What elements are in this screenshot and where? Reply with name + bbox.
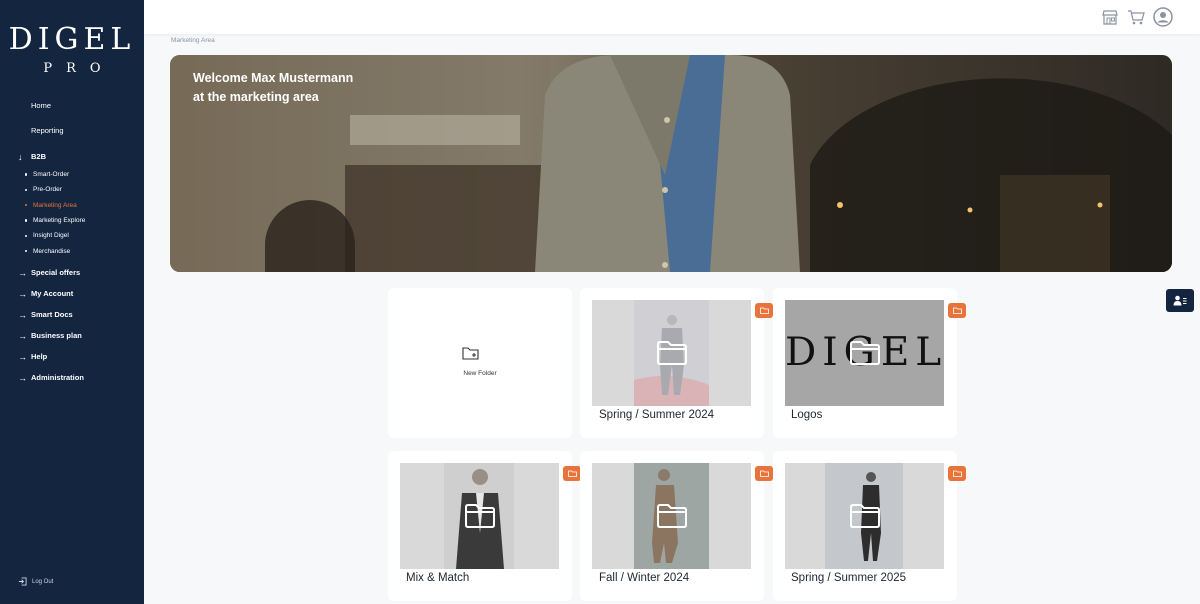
- folder-card[interactable]: DIGEL Logos: [773, 288, 966, 438]
- folder-title: Logos: [791, 409, 823, 421]
- arrow-right-icon: →: [18, 310, 27, 321]
- new-folder-card[interactable]: New Folder: [388, 288, 572, 438]
- bullet-icon: [24, 234, 28, 238]
- top-bar: [144, 0, 1200, 34]
- folder-icon: [849, 341, 880, 365]
- hero-banner: Welcome Max Mustermann at the marketing …: [170, 55, 1172, 272]
- folder-thumbnail: [592, 300, 751, 406]
- sidebar-item-smart-docs[interactable]: → Smart Docs: [0, 305, 144, 326]
- store-icon[interactable]: [1099, 6, 1121, 28]
- sidebar-subitem-insight-digel[interactable]: Insight Digel: [24, 228, 144, 243]
- arrow-right-icon: →: [18, 373, 27, 384]
- sidebar-item-label: Business plan: [31, 331, 82, 341]
- arrow-down-icon: ↓: [18, 151, 23, 162]
- sidebar-item-administration[interactable]: → Administration: [0, 368, 144, 389]
- bullet-icon: [24, 173, 28, 177]
- b2b-subnav: Smart-Order Pre-Order Marketing Area Mar…: [0, 167, 144, 259]
- folder-title: Mix & Match: [406, 572, 470, 584]
- folder-thumbnail: [592, 463, 751, 569]
- brand-sub: PRO: [43, 61, 115, 76]
- folder-badge-button[interactable]: [755, 303, 773, 318]
- folder-plus-icon: [462, 347, 479, 360]
- sidebar-item-label: Special offers: [31, 268, 81, 278]
- folder-title: Spring / Summer 2024: [599, 409, 715, 421]
- bullet-icon: [24, 249, 28, 253]
- sidebar-nav: Home Reporting ↓ B2B Smart-Order Pre-Ord…: [0, 96, 144, 389]
- brand-name: DIGEL: [8, 22, 136, 57]
- folder-card[interactable]: Spring / Summer 2025: [773, 451, 966, 601]
- folder-thumbnail: DIGEL: [785, 300, 944, 406]
- sidebar-item-b2b[interactable]: ↓ B2B: [0, 146, 144, 167]
- new-folder-label: New Folder: [463, 370, 497, 377]
- folder-title: Fall / Winter 2024: [599, 572, 690, 584]
- folder-badge-button[interactable]: [563, 466, 581, 481]
- user-list-icon: [1173, 295, 1187, 306]
- folder-badge-button[interactable]: [755, 466, 773, 481]
- folder-icon: [464, 504, 495, 528]
- arrow-right-icon: →: [18, 268, 27, 279]
- folder-icon: [952, 470, 962, 477]
- logout-button[interactable]: Log Out: [18, 577, 53, 586]
- sidebar-item-label: My Account: [31, 289, 74, 299]
- sidebar-item-label: Administration: [31, 373, 84, 383]
- bullet-icon: [24, 219, 28, 223]
- sidebar-subitem-marketing-area[interactable]: Marketing Area: [24, 198, 144, 213]
- sidebar-item-label: B2B: [31, 151, 47, 161]
- folder-icon: [759, 470, 769, 477]
- sidebar-item-help[interactable]: → Help: [0, 347, 144, 368]
- sidebar-subitem-label: Smart-Order: [33, 171, 70, 179]
- sidebar-item-special-offers[interactable]: → Special offers: [0, 263, 144, 284]
- sidebar-subitem-label: Marketing Explore: [33, 217, 86, 225]
- folder-card[interactable]: Spring / Summer 2024: [580, 288, 773, 438]
- folder-title: Spring / Summer 2025: [791, 572, 907, 584]
- arrow-right-icon: →: [18, 289, 27, 300]
- cart-icon[interactable]: [1125, 6, 1147, 28]
- hero-line-1: Welcome Max Mustermann: [193, 71, 354, 85]
- arrow-right-icon: →: [18, 331, 27, 342]
- folder-badge-button[interactable]: [948, 303, 966, 318]
- brand-logo[interactable]: DIGEL PRO: [0, 22, 144, 76]
- breadcrumb: Marketing Area: [171, 37, 215, 44]
- folder-thumbnail: [400, 463, 559, 569]
- folder-thumbnail: [785, 463, 944, 569]
- sidebar-subitem-label: Insight Digel: [33, 232, 69, 240]
- folder-card[interactable]: Fall / Winter 2024: [580, 451, 773, 601]
- sidebar-subitem-pre-order[interactable]: Pre-Order: [24, 182, 144, 197]
- folder-icon: [656, 341, 687, 365]
- sidebar: DIGEL PRO Home Reporting ↓ B2B Smart-Ord…: [0, 0, 144, 604]
- hero-line-2: at the marketing area: [193, 90, 319, 104]
- sidebar-subitem-marketing-explore[interactable]: Marketing Explore: [24, 213, 144, 228]
- sidebar-subitem-label: Marketing Area: [33, 201, 77, 209]
- folder-icon: [567, 470, 577, 477]
- hero-welcome-text: Welcome Max Mustermann at the marketing …: [193, 69, 353, 107]
- user-avatar-icon[interactable]: [1152, 6, 1174, 28]
- sidebar-item-my-account[interactable]: → My Account: [0, 284, 144, 305]
- contacts-side-button[interactable]: [1166, 289, 1194, 312]
- sidebar-subitem-merchandise[interactable]: Merchandise: [24, 243, 144, 258]
- folder-card[interactable]: Mix & Match: [388, 451, 581, 601]
- sidebar-item-business-plan[interactable]: → Business plan: [0, 326, 144, 347]
- sidebar-item-reporting[interactable]: Reporting: [0, 121, 144, 146]
- logout-icon: [18, 577, 27, 586]
- sidebar-item-label: Smart Docs: [31, 310, 73, 320]
- sidebar-subitem-label: Pre-Order: [33, 186, 62, 194]
- folder-icon: [849, 504, 880, 528]
- folder-icon: [759, 307, 769, 314]
- sidebar-item-home[interactable]: Home: [0, 96, 144, 121]
- sidebar-item-label: Help: [31, 352, 48, 362]
- bullet-icon: [24, 203, 28, 207]
- folder-icon: [952, 307, 962, 314]
- arrow-right-icon: →: [18, 352, 27, 363]
- folder-badge-button[interactable]: [948, 466, 966, 481]
- folder-icon: [656, 504, 687, 528]
- sidebar-subitem-label: Merchandise: [33, 247, 71, 255]
- bullet-icon: [24, 188, 28, 192]
- sidebar-subitem-smart-order[interactable]: Smart-Order: [24, 167, 144, 182]
- logout-label: Log Out: [32, 578, 54, 585]
